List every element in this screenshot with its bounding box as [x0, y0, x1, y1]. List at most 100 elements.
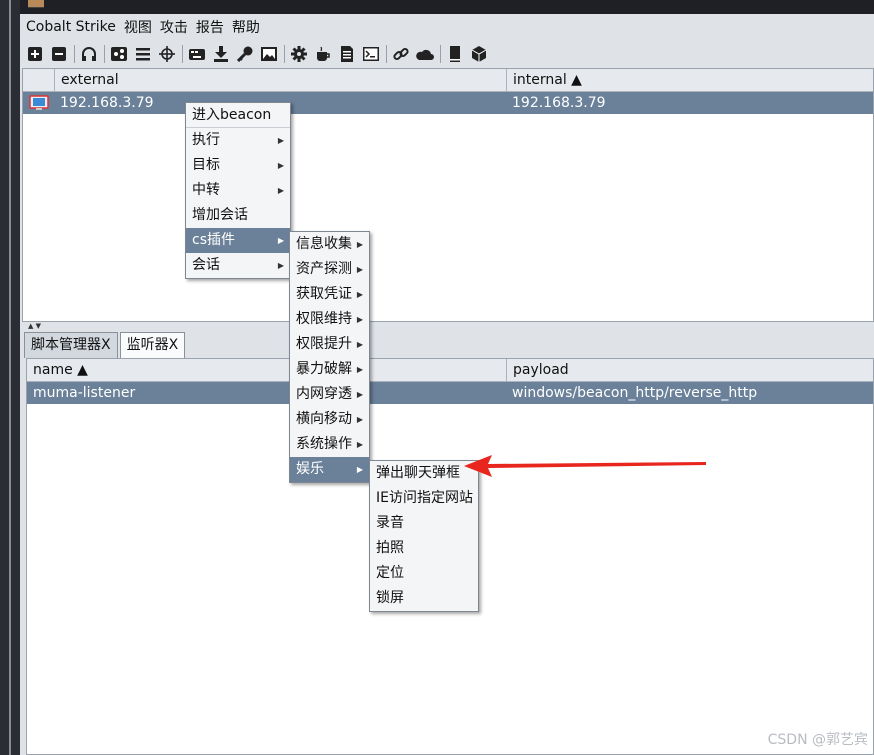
- package-icon[interactable]: [470, 45, 488, 63]
- menu-item-label: 目标: [192, 157, 220, 173]
- download-icon[interactable]: [212, 45, 230, 63]
- cobalt-strike-window: Cobalt Strike 视图 攻击 报告 帮助 external inter…: [20, 14, 874, 755]
- split-pane-divider[interactable]: ▲ ▼: [20, 322, 874, 330]
- headphones-icon[interactable]: [80, 45, 98, 63]
- menu-item-ie-visit-site[interactable]: IE访问指定网站: [370, 486, 478, 511]
- column-payload[interactable]: payload: [506, 359, 874, 382]
- book-icon[interactable]: [446, 45, 464, 63]
- menu-item-label: 权限提升: [296, 336, 352, 352]
- image-icon[interactable]: [260, 45, 278, 63]
- menu-item-label: 增加会话: [192, 207, 248, 223]
- submenu-arrow-icon: ▶: [356, 440, 363, 449]
- submenu-arrow-icon: ▶: [356, 240, 363, 249]
- menu-item-persistence[interactable]: 权限维持 ▶: [290, 307, 369, 332]
- crosshair-icon[interactable]: [158, 45, 176, 63]
- menu-item-info-gathering[interactable]: 信息收集 ▶: [290, 232, 369, 257]
- sessions-header: external internal ▲: [23, 69, 873, 92]
- column-internal[interactable]: internal ▲: [506, 69, 874, 92]
- submenu-arrow-icon: ▶: [356, 365, 363, 374]
- menu-item-label: 会话: [192, 257, 220, 273]
- column-name[interactable]: name ▲: [27, 359, 506, 382]
- cloud-icon[interactable]: [416, 45, 434, 63]
- submenu-arrow-icon: ▶: [356, 265, 363, 274]
- watermark: CSDN @郭艺宾: [767, 732, 868, 748]
- menu-item-take-photo[interactable]: 拍照: [370, 536, 478, 561]
- share-icon[interactable]: [110, 45, 128, 63]
- column-external[interactable]: external: [54, 69, 506, 92]
- menu-attack[interactable]: 攻击: [160, 17, 188, 37]
- menu-item-lock-screen[interactable]: 锁屏: [370, 586, 478, 611]
- submenu-arrow-icon: ▶: [277, 136, 284, 145]
- menu-item-brute-force[interactable]: 暴力破解 ▶: [290, 357, 369, 382]
- menu-item-pivot[interactable]: 中转 ▶: [186, 178, 290, 203]
- menu-item-cs-plugins[interactable]: cs插件 ▶: [186, 228, 290, 253]
- session-external-ip: 192.168.3.79: [60, 95, 154, 111]
- toolbar-separator: [104, 45, 105, 63]
- submenu-arrow-icon: ▶: [356, 465, 363, 474]
- submenu-arrow-icon: ▶: [356, 415, 363, 424]
- menu-view[interactable]: 视图: [124, 17, 152, 37]
- tab-bar: 脚本管理器X 监听器X: [24, 332, 187, 358]
- listeners-header: name ▲ payload: [27, 359, 873, 382]
- terminal-icon[interactable]: [362, 45, 380, 63]
- gear-icon[interactable]: [290, 45, 308, 63]
- menu-item-interact[interactable]: 进入beacon: [186, 103, 290, 128]
- session-row[interactable]: 192.168.3.79 192.168.3.79: [23, 92, 873, 114]
- menu-help[interactable]: 帮助: [232, 17, 260, 37]
- menu-item-locate[interactable]: 定位: [370, 561, 478, 586]
- submenu-arrow-icon: ▶: [356, 340, 363, 349]
- menu-item-lateral-movement[interactable]: 横向移动 ▶: [290, 407, 369, 432]
- menu-report[interactable]: 报告: [196, 17, 224, 37]
- title-bar: [20, 0, 874, 14]
- listener-payload: windows/beacon_http/reverse_http: [512, 385, 758, 401]
- left-strip: [0, 0, 20, 755]
- plugin-submenu: 信息收集 ▶ 资产探测 ▶ 获取凭证 ▶ 权限维持 ▶ 权限提升 ▶ 暴力破解 ▶ 内网穿透…: [289, 231, 370, 483]
- menu-cobalt-strike[interactable]: Cobalt Strike: [26, 19, 116, 35]
- menu-item-spawn[interactable]: 增加会话: [186, 203, 290, 228]
- entertainment-submenu: 弹出聊天弹框 IE访问指定网站 录音 拍照 定位 锁屏: [369, 460, 479, 612]
- key-icon[interactable]: [236, 45, 254, 63]
- menu-item-entertainment[interactable]: 娱乐 ▶: [290, 457, 369, 482]
- menu-item-execute[interactable]: 执行 ▶: [186, 128, 290, 153]
- icon-column-header[interactable]: [23, 69, 54, 92]
- toolbar-separator: [440, 45, 441, 63]
- menu-item-label: 进入beacon: [192, 107, 272, 123]
- strip-line: [9, 0, 11, 755]
- session-internal-ip: 192.168.3.79: [512, 95, 606, 111]
- menu-item-label: 娱乐: [296, 461, 324, 477]
- menu-item-asset-discovery[interactable]: 资产探测 ▶: [290, 257, 369, 282]
- sessions-table: external internal ▲ 192.168.3.79 192.168…: [22, 68, 874, 322]
- menu-item-system-ops[interactable]: 系统操作 ▶: [290, 432, 369, 457]
- red-pointer-arrow-icon: [464, 455, 706, 477]
- menu-bar: Cobalt Strike 视图 攻击 报告 帮助: [20, 14, 874, 40]
- document-icon[interactable]: [338, 45, 356, 63]
- link-icon[interactable]: [392, 45, 410, 63]
- list-icon[interactable]: [134, 45, 152, 63]
- menu-item-label: 内网穿透: [296, 386, 352, 402]
- menu-item-session[interactable]: 会话 ▶: [186, 253, 290, 278]
- submenu-arrow-icon: ▶: [277, 161, 284, 170]
- tab-listeners[interactable]: 监听器X: [119, 332, 186, 358]
- submenu-arrow-icon: ▶: [356, 290, 363, 299]
- menu-item-credentials[interactable]: 获取凭证 ▶: [290, 282, 369, 307]
- coffee-icon[interactable]: [314, 45, 332, 63]
- menu-item-label: 获取凭证: [296, 286, 352, 302]
- windows-host-icon: [25, 92, 54, 114]
- submenu-arrow-icon: ▶: [356, 315, 363, 324]
- menu-item-label: 系统操作: [296, 436, 352, 452]
- toolbar-separator: [182, 45, 183, 63]
- keyboard-icon[interactable]: [188, 45, 206, 63]
- app-icon: [28, 0, 44, 8]
- minus-icon[interactable]: [50, 45, 68, 63]
- menu-item-target[interactable]: 目标 ▶: [186, 153, 290, 178]
- toolbar-separator: [284, 45, 285, 63]
- submenu-arrow-icon: ▶: [356, 390, 363, 399]
- menu-item-tunneling[interactable]: 内网穿透 ▶: [290, 382, 369, 407]
- menu-item-privilege-escalation[interactable]: 权限提升 ▶: [290, 332, 369, 357]
- toolbar-separator: [386, 45, 387, 63]
- listener-row[interactable]: muma-listener windows/beacon_http/revers…: [27, 382, 873, 404]
- tab-script-manager[interactable]: 脚本管理器X: [24, 332, 118, 358]
- menu-item-record-audio[interactable]: 录音: [370, 511, 478, 536]
- submenu-arrow-icon: ▶: [277, 261, 284, 270]
- plus-icon[interactable]: [26, 45, 44, 63]
